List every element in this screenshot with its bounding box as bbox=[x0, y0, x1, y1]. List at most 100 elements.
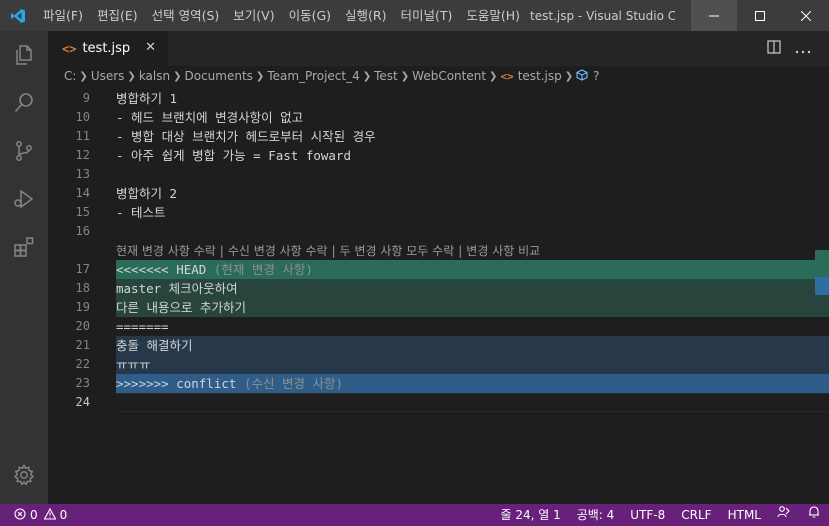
source-control-icon[interactable] bbox=[0, 127, 48, 175]
chevron-right-icon: ❯ bbox=[564, 70, 574, 82]
breadcrumb-item[interactable]: kalsn bbox=[139, 69, 170, 83]
encoding[interactable]: UTF-8 bbox=[622, 504, 673, 526]
indentation[interactable]: 공백: 4 bbox=[569, 504, 623, 526]
line-text: 병합하기 2 bbox=[116, 186, 178, 201]
current-line-highlight bbox=[116, 393, 829, 412]
breadcrumb-item[interactable]: Team_Project_4 bbox=[267, 69, 359, 83]
menu-terminal[interactable]: 터미널(T) bbox=[394, 0, 460, 31]
maximize-button[interactable] bbox=[737, 0, 783, 31]
close-window-button[interactable] bbox=[783, 0, 829, 31]
code-line: 18 master 체크아웃하여 bbox=[48, 279, 829, 298]
line-number: 10 bbox=[75, 110, 90, 124]
cursor-position[interactable]: 줄 24, 열 1 bbox=[492, 504, 568, 526]
current-change-marker bbox=[815, 250, 829, 268]
merge-codelens: 현재 변경 사항 수락 | 수신 변경 사항 수락 | 두 변경 사항 모두 수락 | 변경… bbox=[116, 242, 540, 261]
line-number: 11 bbox=[75, 129, 90, 143]
conflict-label: (수신 변경 사항) bbox=[236, 376, 344, 391]
incoming-change-highlight bbox=[116, 355, 829, 374]
window-title: test.jsp - Visual Studio C... bbox=[530, 8, 676, 23]
search-icon[interactable] bbox=[0, 79, 48, 127]
notifications-bell-icon[interactable] bbox=[799, 504, 829, 526]
breadcrumb-item[interactable]: Test bbox=[374, 69, 398, 83]
breadcrumb-item[interactable]: Users bbox=[91, 69, 125, 83]
code-line: 21 충돌 해결하기 bbox=[48, 336, 829, 355]
feedback-icon[interactable] bbox=[769, 504, 799, 526]
close-icon bbox=[801, 10, 811, 21]
code-line: 11 - 병합 대상 브랜치가 헤드로부터 시작된 경우 bbox=[48, 127, 829, 146]
code-line: 9 병합하기 1 bbox=[48, 89, 829, 108]
breadcrumb-item[interactable]: Documents bbox=[185, 69, 253, 83]
status-bar: 0 0 줄 24, 열 1 공백: 4 UTF-8 CRLF HTML bbox=[0, 504, 829, 526]
line-text: - 헤드 브랜치에 변경사항이 없고 bbox=[116, 110, 304, 125]
split-editor-icon[interactable] bbox=[767, 39, 781, 58]
error-count: 0 bbox=[30, 508, 38, 522]
minimize-button[interactable] bbox=[691, 0, 737, 31]
code-line: 12 - 아주 쉽게 병합 가능 = Fast foward bbox=[48, 146, 829, 165]
tab-close-button[interactable]: ✕ bbox=[145, 40, 156, 55]
tab-bar: <> test.jsp ✕ bbox=[48, 31, 829, 66]
breadcrumb-item[interactable]: C: bbox=[64, 69, 76, 83]
code-line: 10 - 헤드 브랜치에 변경사항이 없고 bbox=[48, 108, 829, 127]
menu-go[interactable]: 이동(G) bbox=[282, 0, 338, 31]
line-text: master 체크아웃하여 bbox=[116, 281, 238, 296]
chevron-right-icon: ❯ bbox=[127, 70, 136, 82]
breadcrumb-item[interactable]: WebContent bbox=[412, 69, 486, 83]
problems-indicator[interactable]: 0 0 bbox=[0, 507, 68, 523]
line-text: 충돌 해결하기 bbox=[116, 338, 193, 353]
line-text: >>>>>>> conflict (수신 변경 사항) bbox=[116, 374, 343, 393]
conflict-separator-line: 20 ======= bbox=[48, 317, 829, 336]
line-number: 18 bbox=[75, 281, 90, 295]
vertical-scrollbar[interactable] bbox=[815, 86, 829, 504]
settings-gear-icon[interactable] bbox=[0, 451, 48, 499]
extensions-icon[interactable] bbox=[0, 223, 48, 271]
explorer-icon[interactable] bbox=[0, 31, 48, 79]
menu-help[interactable]: 도움말(H) bbox=[459, 0, 527, 31]
breadcrumb-file[interactable]: test.jsp bbox=[518, 69, 562, 83]
line-number: 23 bbox=[75, 376, 90, 390]
status-right: 줄 24, 열 1 공백: 4 UTF-8 CRLF HTML bbox=[492, 504, 829, 526]
language-mode[interactable]: HTML bbox=[720, 504, 769, 526]
editor-area[interactable]: 9 병합하기 1 10 - 헤드 브랜치에 변경사항이 없고 11 - 병합 대… bbox=[48, 86, 829, 504]
menu-file[interactable]: 파일(F) bbox=[36, 0, 90, 31]
line-number: 24 bbox=[75, 395, 90, 409]
code-line: 19 다른 내용으로 추가하기 bbox=[48, 298, 829, 317]
menu-run[interactable]: 실행(R) bbox=[338, 0, 393, 31]
accept-both-changes-link[interactable]: 두 변경 사항 모두 수락 bbox=[340, 244, 455, 258]
run-debug-icon[interactable] bbox=[0, 175, 48, 223]
conflict-incoming-header-line: 23 >>>>>>> conflict (수신 변경 사항) bbox=[48, 374, 829, 393]
chevron-right-icon: ❯ bbox=[489, 70, 498, 82]
line-text: ㅠㅠㅠ bbox=[116, 357, 151, 372]
incoming-change-marker bbox=[815, 277, 829, 295]
tab-test-jsp[interactable]: <> test.jsp ✕ bbox=[48, 31, 168, 66]
end-of-line[interactable]: CRLF bbox=[673, 504, 719, 526]
chevron-right-icon: ❯ bbox=[255, 70, 265, 82]
line-text: - 병합 대상 브랜치가 헤드로부터 시작된 경우 bbox=[116, 129, 376, 144]
chevron-right-icon: ❯ bbox=[362, 70, 372, 82]
breadcrumb-symbol[interactable]: ? bbox=[593, 69, 599, 83]
accept-current-change-link[interactable]: 현재 변경 사항 수락 bbox=[116, 244, 216, 258]
line-number: 15 bbox=[75, 205, 90, 219]
incoming-change-highlight bbox=[116, 336, 829, 355]
code-line: 22 ㅠㅠㅠ bbox=[48, 355, 829, 374]
line-number: 17 bbox=[75, 262, 90, 276]
menu-view[interactable]: 보기(V) bbox=[226, 0, 281, 31]
line-number: 22 bbox=[75, 357, 90, 371]
line-number: 9 bbox=[82, 91, 90, 105]
warning-count: 0 bbox=[59, 508, 68, 522]
menu-bar: 파일(F) 편집(E) 선택 영역(S) 보기(V) 이동(G) 실행(R) 터… bbox=[36, 0, 527, 31]
codelens-separator: | bbox=[219, 244, 224, 258]
line-number: 12 bbox=[75, 148, 90, 162]
code-line: 14 병합하기 2 bbox=[48, 184, 829, 203]
line-text: - 테스트 bbox=[116, 205, 166, 220]
line-number: 20 bbox=[75, 319, 90, 333]
menu-selection[interactable]: 선택 영역(S) bbox=[145, 0, 227, 31]
compare-changes-link[interactable]: 변경 사항 비교 bbox=[466, 244, 540, 258]
chevron-right-icon: ❯ bbox=[400, 70, 410, 82]
activity-bar bbox=[0, 31, 48, 504]
accept-incoming-change-link[interactable]: 수신 변경 사항 수락 bbox=[228, 244, 328, 258]
menu-edit[interactable]: 편집(E) bbox=[90, 0, 145, 31]
line-number: 13 bbox=[75, 167, 90, 181]
codelens-separator: | bbox=[331, 244, 336, 258]
more-actions-icon[interactable] bbox=[795, 39, 811, 58]
line-text: <<<<<<< HEAD (현재 변경 사항) bbox=[116, 260, 313, 279]
